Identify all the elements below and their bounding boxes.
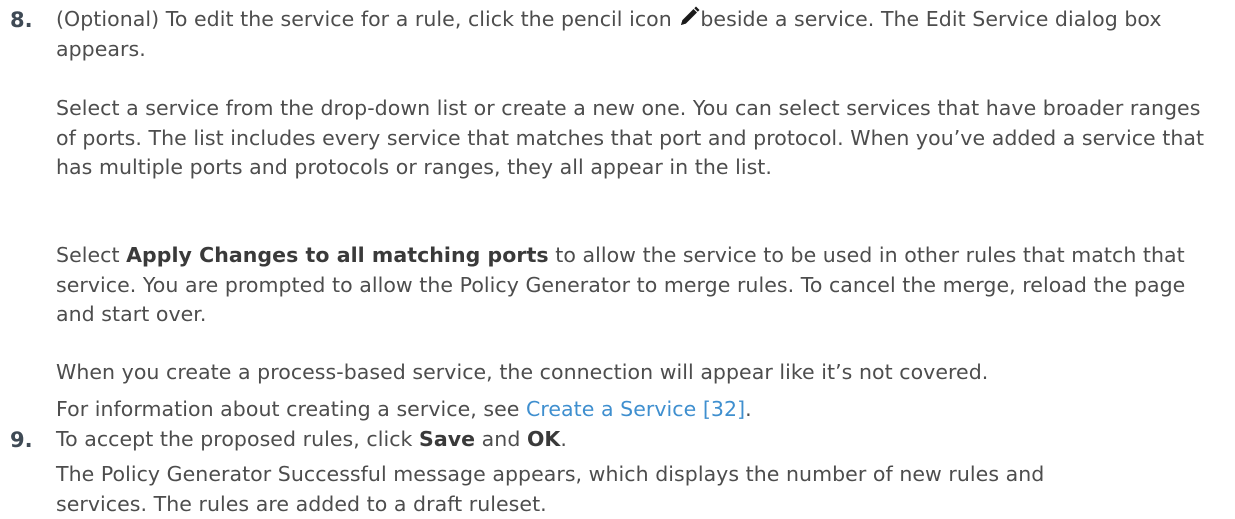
accept-suffix: . — [560, 427, 567, 451]
step-number: 9. — [10, 428, 33, 452]
step-8-intro: (Optional) To edit the service for a rul… — [56, 5, 1221, 64]
accept-prefix: To accept the proposed rules, click — [56, 427, 420, 451]
and-text: and — [475, 427, 527, 451]
apply-prefix: Select — [56, 243, 127, 267]
info-prefix: For information about creating a service… — [56, 397, 526, 421]
step-8-select-paragraph: Select a service from the drop-down list… — [56, 96, 1205, 179]
intro-text-before-icon: (Optional) To edit the service for a rul… — [56, 7, 679, 31]
step-9-accept: To accept the proposed rules, click Save… — [56, 425, 1226, 455]
step-number: 8. — [10, 8, 33, 32]
step-8-info-paragraph: For information about creating a service… — [56, 395, 1226, 425]
step-8-apply-paragraph: Select Apply Changes to all matching por… — [56, 241, 1221, 330]
ok-label: OK — [526, 427, 561, 451]
step-8-process-paragraph: When you create a process-based service,… — [56, 360, 989, 384]
step-9-success-paragraph: The Policy Generator Successful message … — [56, 462, 1045, 516]
pencil-icon — [678, 6, 700, 28]
create-service-link[interactable]: Create a Service [32] — [526, 397, 745, 421]
info-suffix: . — [745, 397, 752, 421]
apply-changes-option: Apply Changes to all matching ports — [126, 243, 549, 267]
save-label: Save — [419, 427, 476, 451]
